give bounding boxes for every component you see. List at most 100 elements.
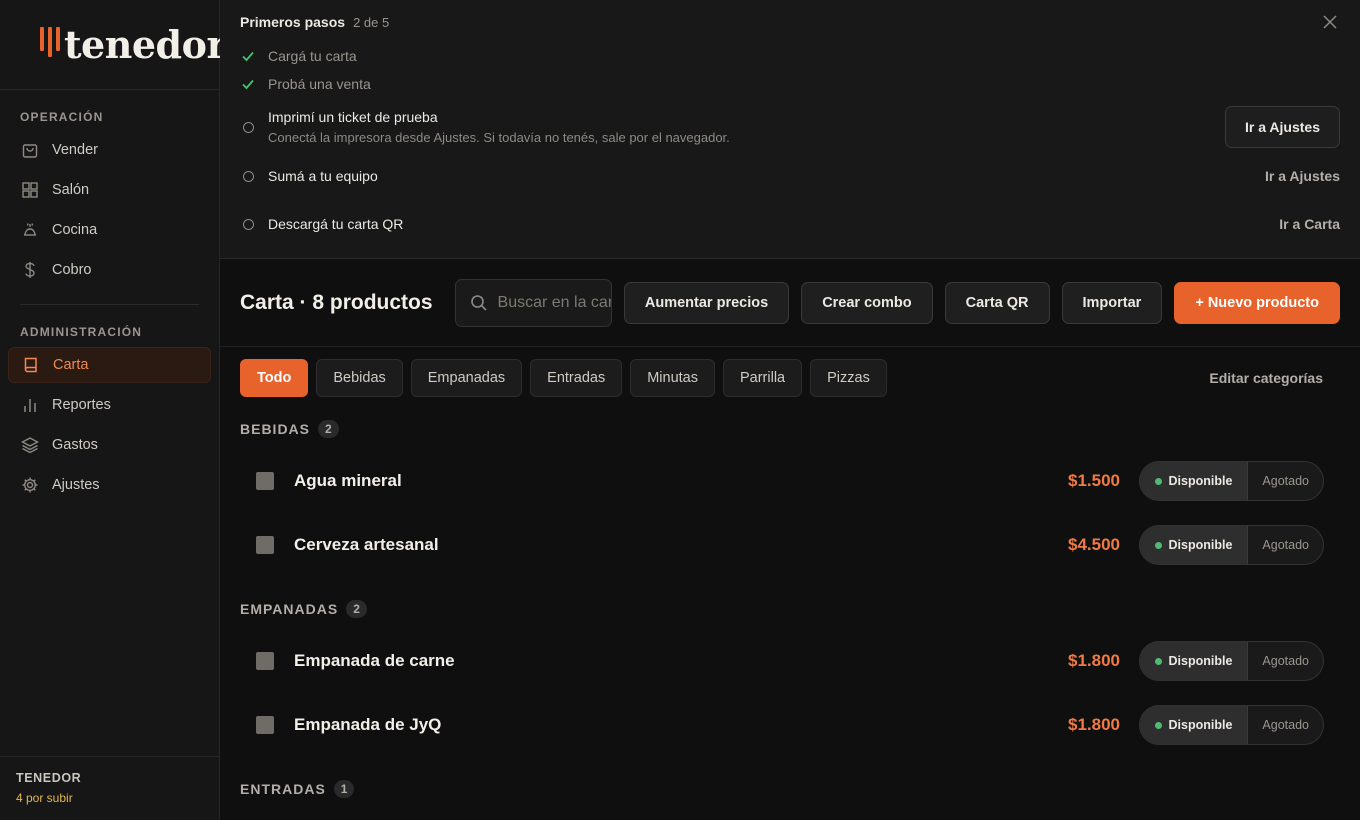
increase-prices-button[interactable]: Aumentar precios xyxy=(623,281,790,324)
product-group: BEBIDAS 2 Agua mineral $1.500 Disponible… xyxy=(220,409,1360,577)
available-option[interactable]: Disponible xyxy=(1139,642,1249,680)
availability-toggle[interactable]: Disponible Agotado xyxy=(1138,705,1324,745)
step-label: Imprimí un ticket de prueba xyxy=(268,109,438,125)
grid-icon xyxy=(20,180,40,200)
available-option[interactable]: Disponible xyxy=(1139,462,1249,500)
status-dot xyxy=(1154,721,1162,729)
tab-bebidas[interactable]: Bebidas xyxy=(316,359,403,397)
step-description: Conectá la impresora desde Ajustes. Si t… xyxy=(268,130,730,145)
tab-entradas[interactable]: Entradas xyxy=(530,359,623,397)
group-title: ENTRADAS xyxy=(240,781,326,797)
main-content: Primeros pasos 2 de 5 Cargá tu carta Pro… xyxy=(220,0,1360,820)
step-label: Descargá tu carta QR xyxy=(268,216,404,232)
qr-menu-button[interactable]: Carta QR xyxy=(944,281,1050,324)
search-box[interactable] xyxy=(454,278,612,327)
sold-out-option[interactable]: Agotado xyxy=(1248,706,1323,744)
circle-icon xyxy=(240,216,256,232)
edit-categories-link[interactable]: Editar categorías xyxy=(1209,370,1323,386)
tab-pizzas[interactable]: Pizzas xyxy=(810,359,887,397)
availability-toggle[interactable]: Disponible Agotado xyxy=(1138,641,1324,681)
product-price: $1.800 xyxy=(1068,715,1120,734)
sold-out-option[interactable]: Agotado xyxy=(1248,526,1323,564)
product-name: Agua mineral xyxy=(294,471,402,490)
import-button[interactable]: Importar xyxy=(1061,281,1163,324)
sidebar-item-ajustes[interactable]: Ajustes xyxy=(8,467,211,503)
close-icon[interactable] xyxy=(1320,12,1340,32)
onboarding-progress: 2 de 5 xyxy=(353,15,390,30)
check-icon xyxy=(240,76,256,92)
group-count-badge: 2 xyxy=(346,600,367,618)
product-name: Empanada de carne xyxy=(294,651,455,670)
sidebar-item-vender[interactable]: Vender xyxy=(8,132,211,168)
product-row[interactable]: Cerveza artesanal $4.500 Disponible Agot… xyxy=(240,513,1340,577)
tab-todo[interactable]: Todo xyxy=(240,359,309,397)
available-option[interactable]: Disponible xyxy=(1139,706,1249,744)
sidebar-footer: TENEDOR 4 por subir xyxy=(0,756,219,820)
sidebar-item-cobro[interactable]: Cobro xyxy=(8,252,211,288)
product-price: $1.500 xyxy=(1068,471,1120,490)
create-combo-button[interactable]: Crear combo xyxy=(801,281,933,324)
sidebar-item-label: Carta xyxy=(53,357,89,373)
chef-hat-icon xyxy=(20,220,40,240)
sidebar-item-label: Gastos xyxy=(52,437,98,453)
sidebar-item-cocina[interactable]: Cocina xyxy=(8,212,211,248)
layers-icon xyxy=(20,435,40,455)
select-checkbox[interactable] xyxy=(256,716,274,734)
logo-text: tenedor xyxy=(64,22,226,67)
available-label: Disponible xyxy=(1168,718,1233,732)
tab-minutas[interactable]: Minutas xyxy=(630,359,715,397)
group-title: EMPANADAS xyxy=(240,601,339,617)
product-row[interactable]: Agua mineral $1.500 Disponible Agotado xyxy=(240,449,1340,513)
bar-chart-icon xyxy=(20,395,40,415)
sold-out-option[interactable]: Agotado xyxy=(1248,462,1323,500)
circle-icon xyxy=(240,168,256,184)
gear-icon xyxy=(20,475,40,495)
search-input[interactable] xyxy=(497,293,611,312)
onboarding-step: Probá una venta xyxy=(240,70,1340,98)
select-checkbox[interactable] xyxy=(256,472,274,490)
product-price: $1.800 xyxy=(1068,651,1120,670)
fork-logo-icon xyxy=(40,25,60,65)
sidebar-item-label: Vender xyxy=(52,142,98,158)
availability-toggle[interactable]: Disponible Agotado xyxy=(1138,525,1324,565)
group-title: BEBIDAS xyxy=(240,421,311,437)
sold-out-option[interactable]: Agotado xyxy=(1248,642,1323,680)
group-count-badge: 1 xyxy=(333,780,355,798)
sync-status[interactable]: 4 por subir xyxy=(16,791,203,805)
select-checkbox[interactable] xyxy=(256,536,274,554)
circle-icon xyxy=(240,119,256,135)
new-product-button[interactable]: + Nuevo producto xyxy=(1174,281,1340,324)
sidebar-item-carta[interactable]: Carta xyxy=(8,347,211,383)
availability-toggle[interactable]: Disponible Agotado xyxy=(1138,461,1324,501)
go-to-settings-button[interactable]: Ir a Ajustes xyxy=(1225,106,1340,148)
available-label: Disponible xyxy=(1168,538,1233,552)
onboarding-title: Primeros pasos xyxy=(240,14,346,30)
dollar-icon xyxy=(20,260,40,280)
sidebar-item-label: Cobro xyxy=(52,262,92,278)
page-title: Carta · 8 productos xyxy=(240,290,433,314)
step-label: Probá una venta xyxy=(268,76,371,92)
check-icon xyxy=(240,48,256,64)
select-checkbox[interactable] xyxy=(256,652,274,670)
sidebar-item-label: Cocina xyxy=(52,222,98,238)
status-dot xyxy=(1154,657,1162,665)
status-dot xyxy=(1154,477,1162,485)
available-option[interactable]: Disponible xyxy=(1139,526,1249,564)
sidebar-item-salon[interactable]: Salón xyxy=(8,172,211,208)
product-row[interactable]: Empanada de carne $1.800 Disponible Agot… xyxy=(240,629,1340,693)
sidebar-item-label: Reportes xyxy=(52,397,111,413)
logo[interactable]: tenedor xyxy=(0,0,226,90)
go-to-settings-link[interactable]: Ir a Ajustes xyxy=(1265,168,1340,184)
sidebar-item-gastos[interactable]: Gastos xyxy=(8,427,211,463)
tab-empanadas[interactable]: Empanadas xyxy=(410,359,523,397)
status-dot xyxy=(1154,541,1162,549)
product-row[interactable]: Empanada de JyQ $1.800 Disponible Agotad… xyxy=(240,693,1340,757)
sidebar-item-reportes[interactable]: Reportes xyxy=(8,387,211,423)
category-filter: Todo Bebidas Empanadas Entradas Minutas … xyxy=(220,347,1360,409)
nav-divider xyxy=(20,304,199,305)
product-name: Cerveza artesanal xyxy=(294,535,439,554)
tab-parrilla[interactable]: Parrilla xyxy=(722,359,803,397)
onboarding-step: Imprimí un ticket de prueba Conectá la i… xyxy=(240,102,1340,152)
available-label: Disponible xyxy=(1168,474,1233,488)
go-to-menu-link[interactable]: Ir a Carta xyxy=(1279,216,1340,232)
